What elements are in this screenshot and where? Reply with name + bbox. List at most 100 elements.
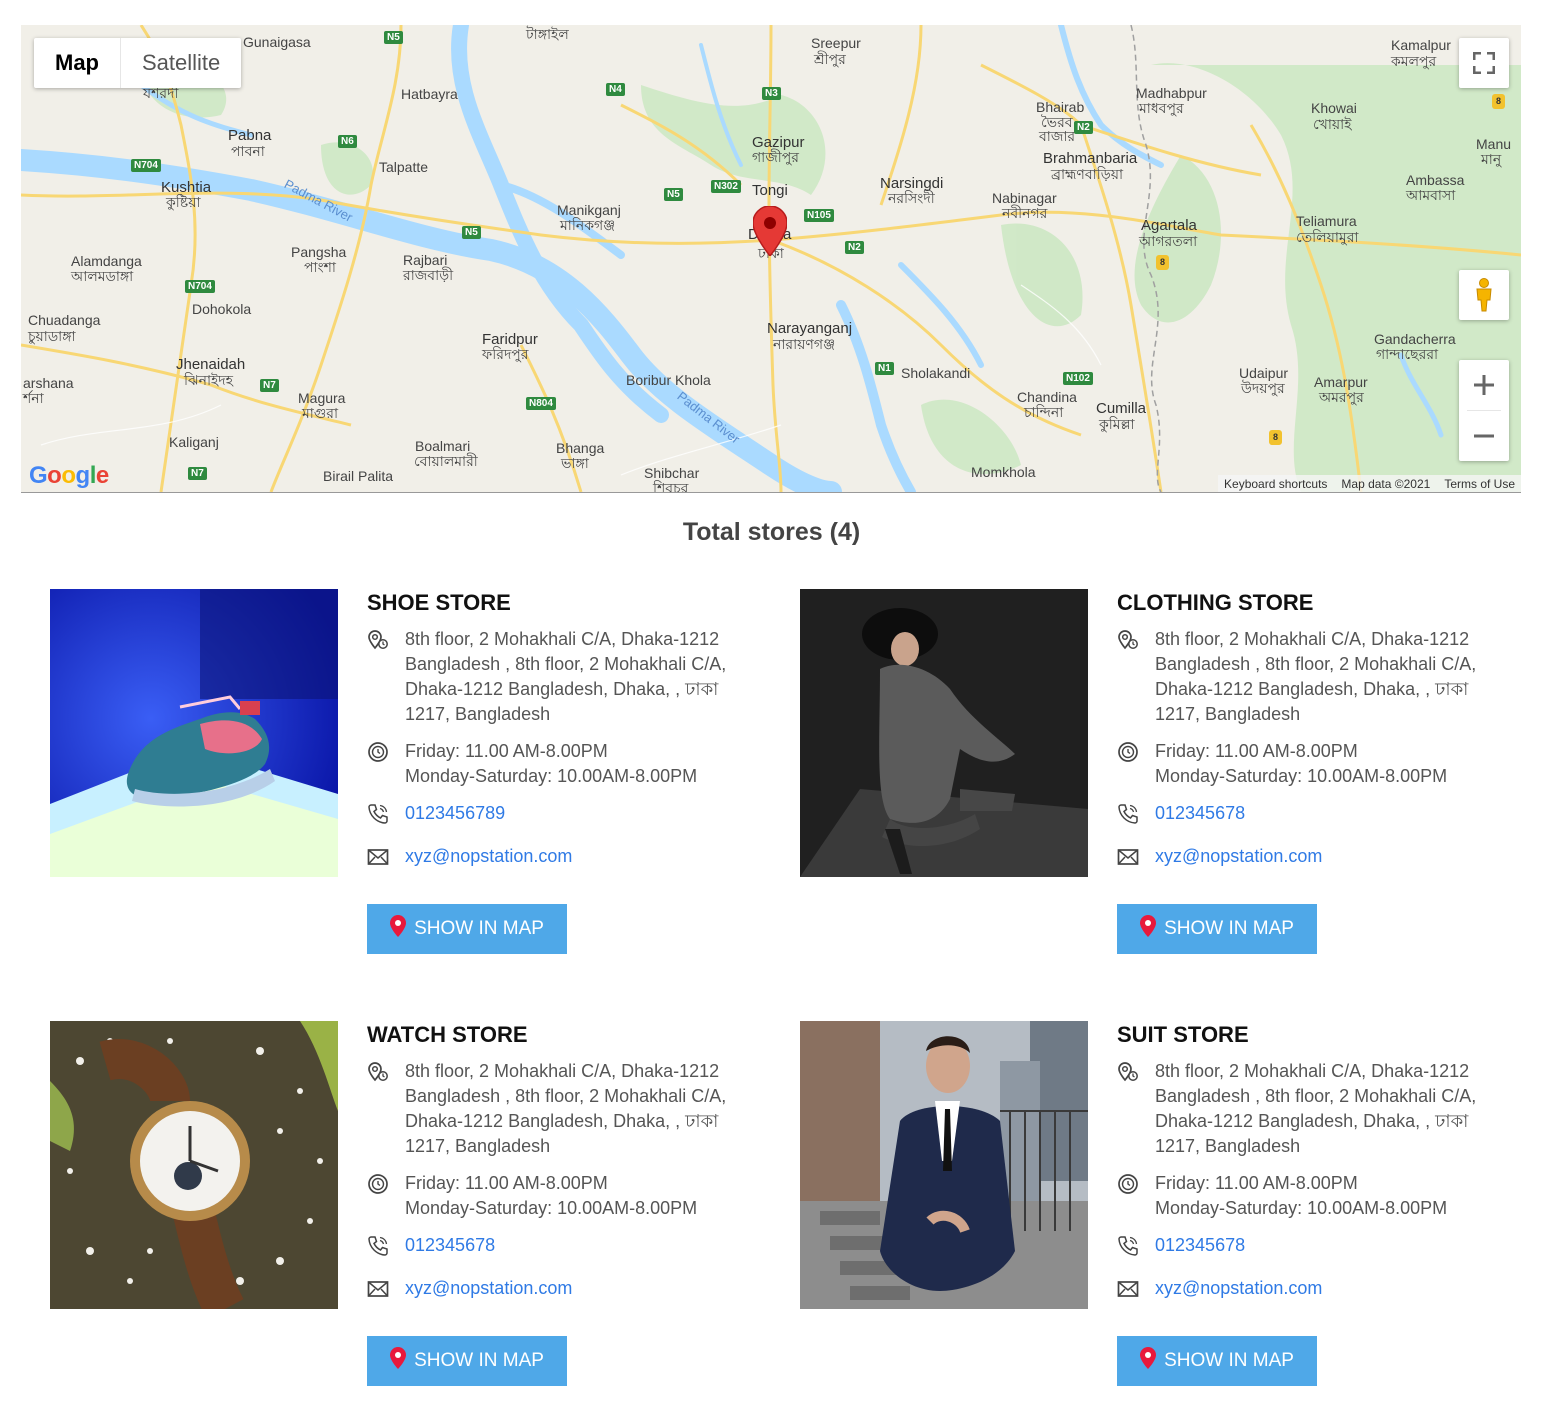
map-pin-icon xyxy=(390,1347,407,1375)
location-pin-icon xyxy=(367,627,405,658)
map-place-label: arshana xyxy=(23,375,74,391)
show-in-map-label: SHOW IN MAP xyxy=(414,1350,544,1371)
suit-photo[interactable] xyxy=(800,1021,1088,1309)
store-email-row: xyz@nopstation.com xyxy=(367,844,747,875)
highway-badge: 8 xyxy=(1492,94,1505,109)
store-email-row: xyz@nopstation.com xyxy=(367,1276,747,1307)
keyboard-shortcuts-link[interactable]: Keyboard shortcuts xyxy=(1224,477,1327,491)
google-logo[interactable]: Google xyxy=(29,462,109,490)
map-place-label: পাংশা xyxy=(304,259,336,275)
map-place-label: আমবাসা xyxy=(1406,187,1456,203)
show-in-map-label: SHOW IN MAP xyxy=(1164,1350,1294,1371)
map-pin-icon xyxy=(1140,915,1157,943)
map-place-label: গান্দাছেররা xyxy=(1376,346,1439,362)
show-in-map-button[interactable]: SHOW IN MAP xyxy=(1117,904,1317,954)
map-place-label: Kaliganj xyxy=(169,434,219,450)
map-type-satellite-button[interactable]: Satellite xyxy=(121,38,241,88)
show-in-map-button[interactable]: SHOW IN MAP xyxy=(367,1336,567,1386)
map-place-label: Manikganj xyxy=(557,202,621,218)
map-place-label: চান্দিনা xyxy=(1024,404,1064,420)
phone-icon xyxy=(1117,801,1155,832)
map-place-label: Ambassa xyxy=(1406,172,1465,188)
store-map[interactable]: Gunaigasa টাঙ্গাইল Sreepur শ্রীপুর Kamalpur ক… xyxy=(21,25,1521,493)
map-marker-icon[interactable] xyxy=(753,206,787,256)
map-place-label: ব্রাহ্মণবাড়িয়া xyxy=(1051,166,1124,182)
road-number-badge: N804 xyxy=(526,397,556,410)
zoom-in-button[interactable] xyxy=(1459,360,1509,410)
map-place-label: আগরতলা xyxy=(1139,233,1198,249)
map-place-label: Magura xyxy=(298,390,346,406)
map-place-label: তেলিয়ামুরা xyxy=(1296,229,1359,245)
total-stores-heading: Total stores (4) xyxy=(682,518,861,546)
map-place-label: আলমডাঙ্গা xyxy=(71,268,134,284)
fullscreen-button[interactable] xyxy=(1459,38,1509,88)
store-card: SHOE STORE 8th floor, 2 Mohakhali C/A, D… xyxy=(50,589,770,969)
map-place-label: চুয়াডাঙ্গা xyxy=(28,328,76,344)
store-hours-row: Friday: 11.00 AM-8.00PM Monday-Saturday:… xyxy=(1117,1171,1497,1221)
store-name: SHOE STORE xyxy=(367,590,511,615)
map-place-label: শিবচর xyxy=(653,480,689,493)
terms-of-use-link[interactable]: Terms of Use xyxy=(1444,477,1515,491)
store-name: CLOTHING STORE xyxy=(1117,590,1314,615)
show-in-map-button[interactable]: SHOW IN MAP xyxy=(1117,1336,1317,1386)
map-place-label: Bhairab xyxy=(1036,99,1085,115)
map-place-label: Kamalpur xyxy=(1391,37,1451,53)
zoom-out-button[interactable] xyxy=(1459,411,1509,461)
store-hours-friday: Friday: 11.00 AM-8.00PM xyxy=(1155,741,1358,761)
store-phone-link[interactable]: 0123456789 xyxy=(405,803,505,823)
store-address: 8th floor, 2 Mohakhali C/A, Dhaka-1212 B… xyxy=(405,1061,727,1156)
store-email-link[interactable]: xyz@nopstation.com xyxy=(405,846,572,866)
store-address-row: 8th floor, 2 Mohakhali C/A, Dhaka-1212 B… xyxy=(367,1059,747,1159)
store-email-link[interactable]: xyz@nopstation.com xyxy=(405,1278,572,1298)
envelope-icon xyxy=(367,1276,405,1307)
map-place-label: রাজবাড়ী xyxy=(403,267,454,283)
map-place-label: গাজীপুর xyxy=(752,149,799,165)
store-card: WATCH STORE 8th floor, 2 Mohakhali C/A, … xyxy=(50,1021,770,1401)
store-hours-row: Friday: 11.00 AM-8.00PM Monday-Saturday:… xyxy=(1117,739,1497,789)
store-phone-link[interactable]: 012345678 xyxy=(1155,1235,1245,1255)
clock-icon xyxy=(367,739,405,770)
street-view-button[interactable] xyxy=(1459,270,1509,320)
map-place-label: Talpatte xyxy=(379,159,429,175)
map-place-label: নারায়ণগঞ্জ xyxy=(773,336,836,352)
store-phone-link[interactable]: 012345678 xyxy=(1155,803,1245,823)
map-place-label: মাধবপুর xyxy=(1139,100,1184,116)
store-hours-weekdays: Monday-Saturday: 10.00AM-8.00PM xyxy=(1155,1198,1448,1218)
map-place-label: Jhenaidah xyxy=(176,356,246,373)
map-place-label: টাঙ্গাইল xyxy=(526,26,569,42)
map-place-label: Tongi xyxy=(752,182,788,199)
phone-icon xyxy=(367,1233,405,1264)
store-email-link[interactable]: xyz@nopstation.com xyxy=(1155,1278,1322,1298)
map-place-label: Narayanganj xyxy=(767,320,853,337)
road-number-badge: N7 xyxy=(260,379,279,392)
show-in-map-button[interactable]: SHOW IN MAP xyxy=(367,904,567,954)
map-place-label: Kushtia xyxy=(161,179,212,196)
store-phone-link[interactable]: 012345678 xyxy=(405,1235,495,1255)
map-type-map-button[interactable]: Map xyxy=(34,38,121,88)
watch-photo[interactable] xyxy=(50,1021,338,1309)
store-hours: Friday: 11.00 AM-8.00PM Monday-Saturday:… xyxy=(1155,739,1497,789)
highway-badge: 8 xyxy=(1269,430,1282,445)
map-place-label: ঝিনাইদহ xyxy=(184,372,234,388)
map-place-label: বাজার xyxy=(1039,128,1076,144)
map-place-label: র্শনা xyxy=(23,390,44,406)
map-data-label: Map data ©2021 xyxy=(1341,476,1431,491)
map-place-label: Cumilla xyxy=(1096,400,1147,417)
store-name: WATCH STORE xyxy=(367,1022,528,1047)
shoe-photo[interactable] xyxy=(50,589,338,877)
map-place-label: অমরপুর xyxy=(1319,389,1364,405)
map-place-label: পাবনা xyxy=(231,143,265,159)
store-hours-weekdays: Monday-Saturday: 10.00AM-8.00PM xyxy=(1155,766,1448,786)
store-address: 8th floor, 2 Mohakhali C/A, Dhaka-1212 B… xyxy=(405,629,727,724)
map-place-label: Udaipur xyxy=(1239,365,1289,381)
map-place-label: Brahmanbaria xyxy=(1043,150,1138,167)
store-email-link[interactable]: xyz@nopstation.com xyxy=(1155,846,1322,866)
store-card: CLOTHING STORE 8th floor, 2 Mohakhali C/… xyxy=(800,589,1520,969)
road-number-badge: N102 xyxy=(1063,372,1093,385)
store-hours-friday: Friday: 11.00 AM-8.00PM xyxy=(405,1173,608,1193)
clock-icon xyxy=(367,1171,405,1202)
map-place-label: Birail Palita xyxy=(323,468,394,484)
map-pin-icon xyxy=(1140,1347,1157,1375)
clothing-photo[interactable] xyxy=(800,589,1088,877)
location-pin-icon xyxy=(1117,627,1155,658)
